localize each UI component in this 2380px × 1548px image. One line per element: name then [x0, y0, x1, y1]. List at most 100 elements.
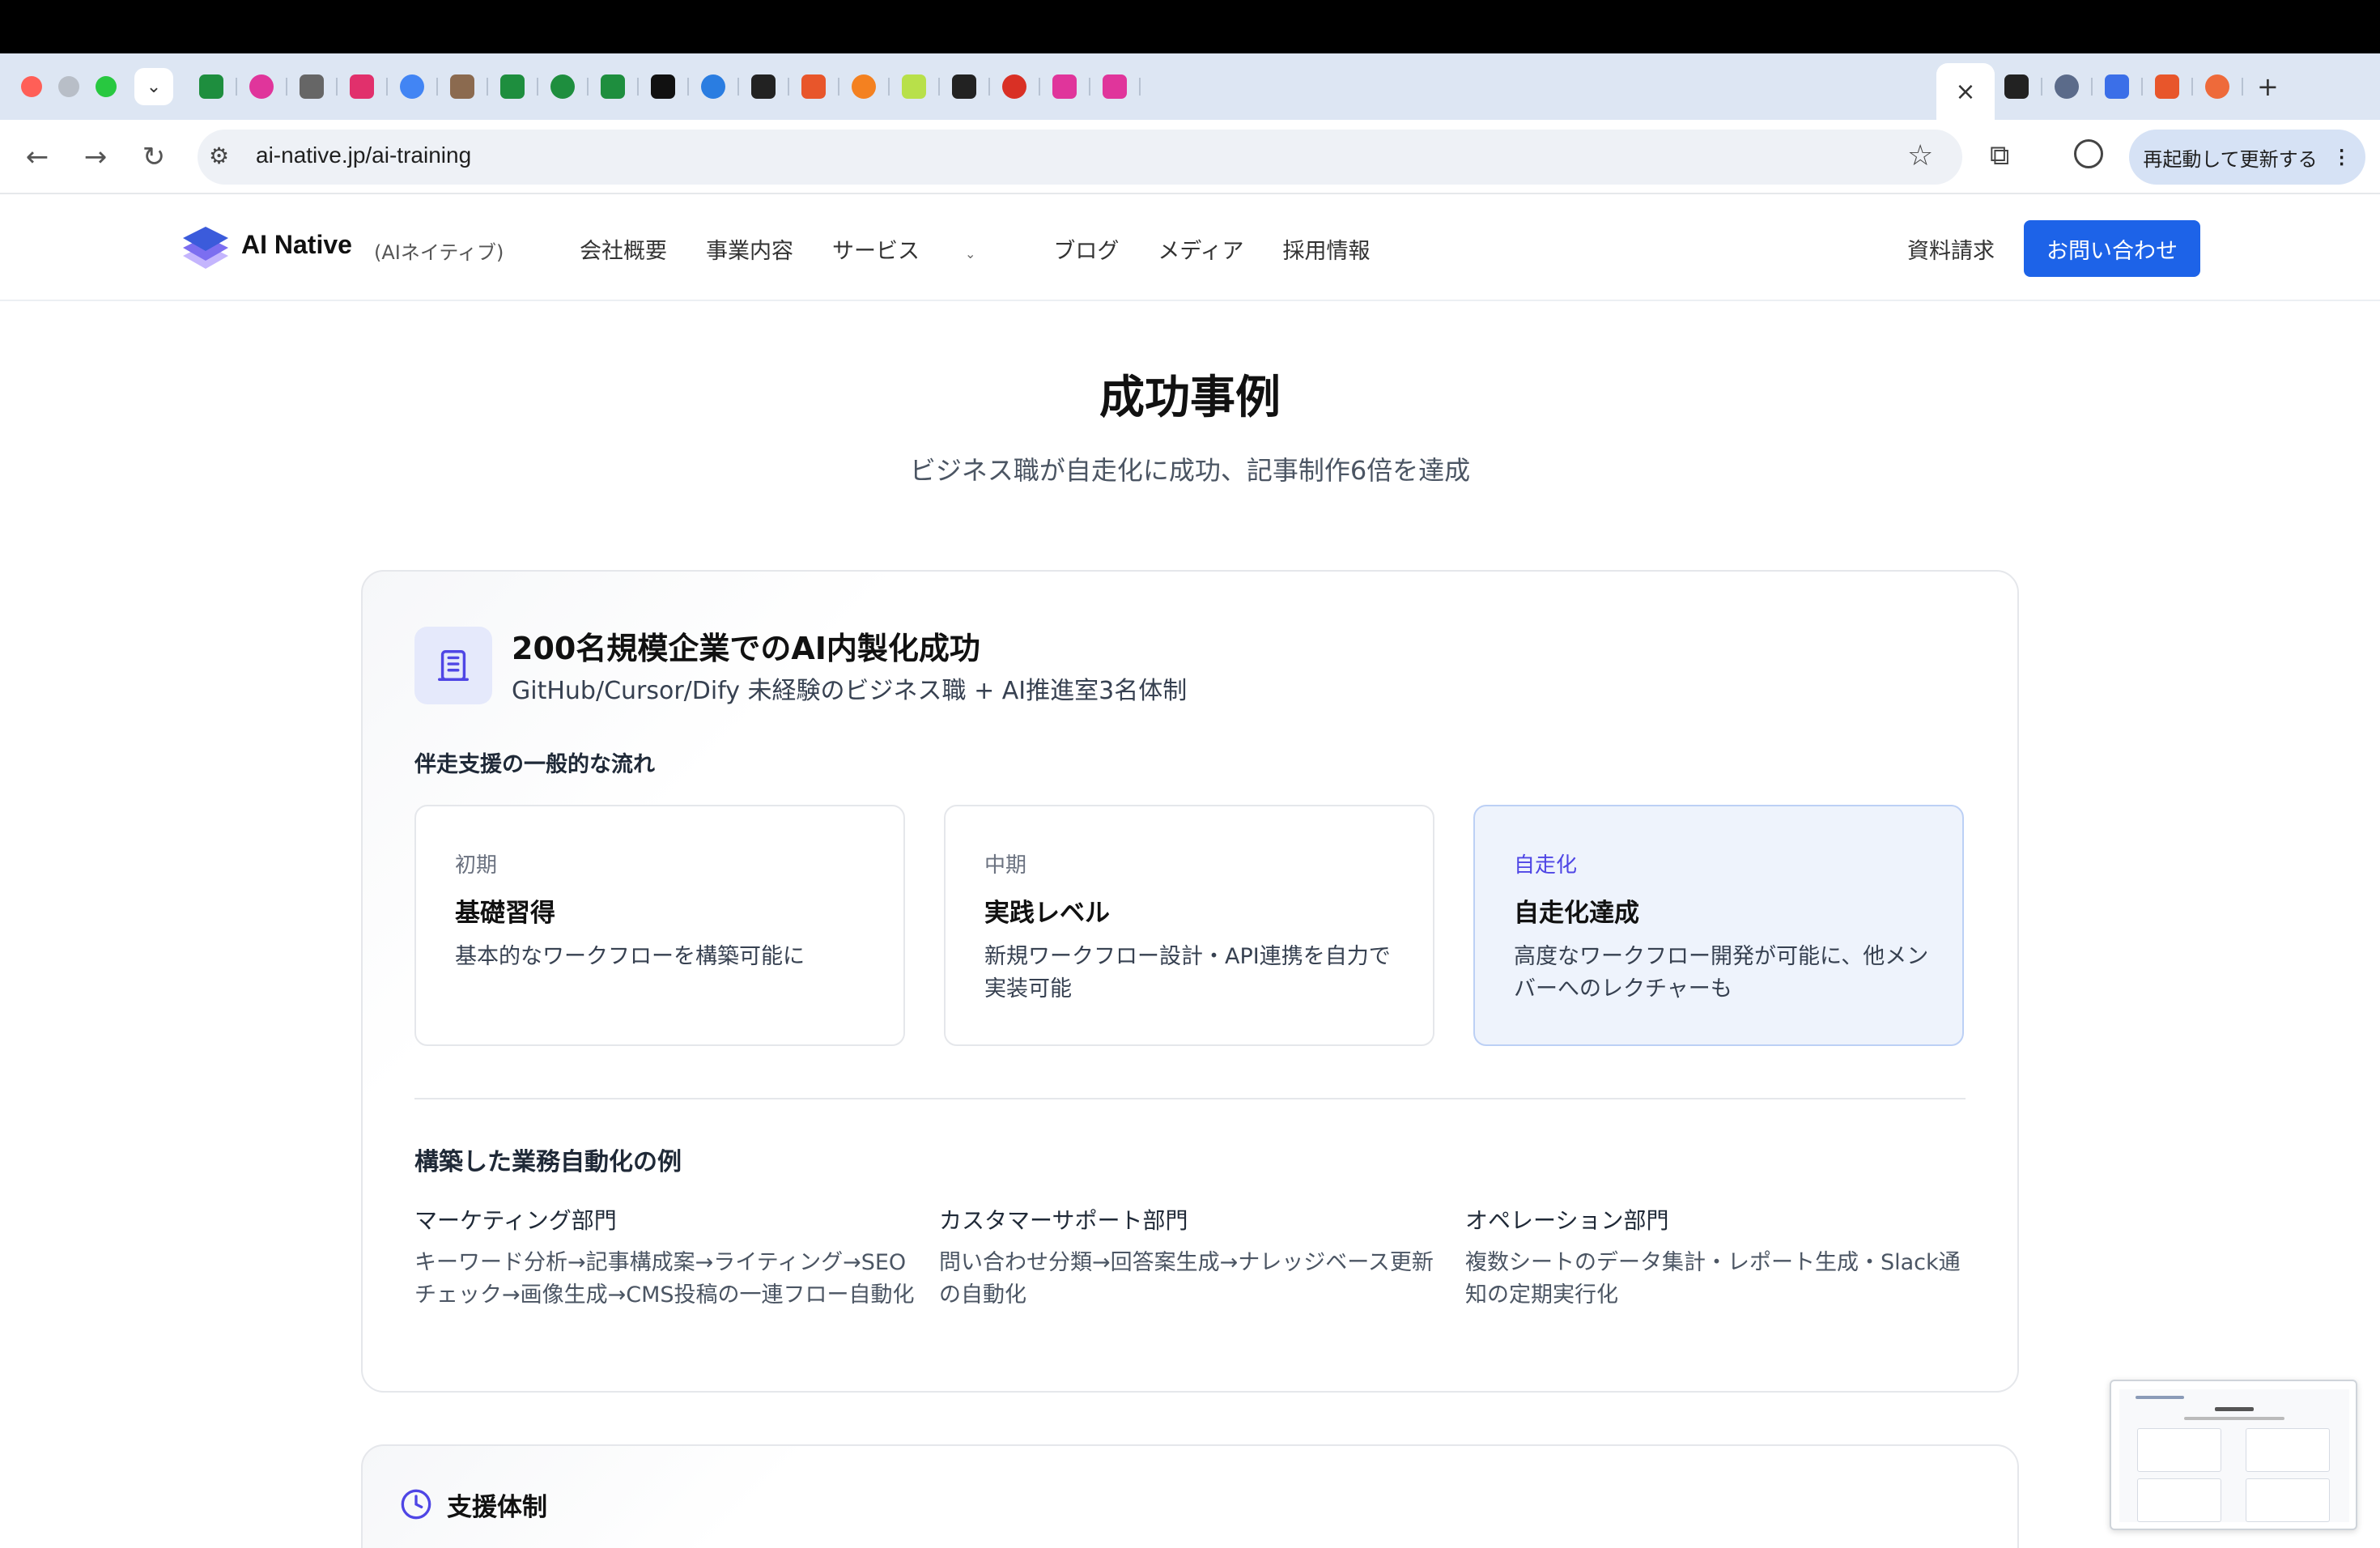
- department-operations: オペレーション部門 複数シートのデータ集計・レポート生成・Slack通知の定期実…: [1465, 1203, 1969, 1312]
- phase-card-autonomous: 自走化 自走化達成 高度なワークフロー開発が可能に、他メンバーへのレクチャーも: [1473, 805, 1964, 1046]
- case-title: 200名規模企業でのAI内製化成功: [512, 631, 980, 666]
- case-description: GitHub/Cursor/Dify 未経験のビジネス職 + AI推進室3名体制: [512, 677, 1188, 705]
- tab-favicon[interactable]: [1002, 74, 1040, 99]
- tab-favicon[interactable]: [2055, 74, 2093, 99]
- department-support: カスタマーサポート部門 問い合わせ分類→回答案生成→ナレッジベース更新の自動化: [939, 1203, 1443, 1312]
- tab-favicon[interactable]: [249, 74, 287, 99]
- chevron-down-icon: ⌄: [146, 76, 162, 97]
- close-icon[interactable]: ×: [1955, 78, 1975, 106]
- tab-favicon[interactable]: [2004, 74, 2042, 99]
- reload-icon[interactable]: ↻: [134, 138, 173, 176]
- forward-icon[interactable]: →: [76, 138, 115, 176]
- nav-services[interactable]: サービス ⌄: [832, 233, 1014, 265]
- thumb-box: [2137, 1478, 2221, 1522]
- thumb-bar: [2215, 1407, 2254, 1411]
- tab-favicon[interactable]: [2105, 74, 2143, 99]
- nav-services-label: サービス: [832, 239, 920, 264]
- section-divider: [414, 1098, 1966, 1099]
- site-settings-icon[interactable]: ⚙: [209, 142, 229, 169]
- nav-recruit[interactable]: 採用情報: [1283, 233, 1371, 265]
- phase-label: 中期: [984, 853, 1027, 878]
- close-window-button[interactable]: [21, 76, 42, 97]
- phase-label: 自走化: [1514, 853, 1578, 878]
- flow-heading: 伴走支援の一般的な流れ: [414, 752, 655, 777]
- tab-favicon[interactable]: [550, 74, 589, 99]
- phase-name: 基礎習得: [455, 899, 555, 928]
- phase-name: 実践レベル: [984, 899, 1110, 928]
- brand-subtitle: (AIネイティブ): [374, 241, 504, 264]
- tab-favicon[interactable]: [2155, 74, 2193, 99]
- tab-favicon[interactable]: [500, 74, 538, 99]
- department-name: カスタマーサポート部門: [939, 1207, 1188, 1234]
- ai-native-logo-icon[interactable]: [181, 223, 230, 270]
- department-description: 問い合わせ分類→回答案生成→ナレッジベース更新の自動化: [939, 1250, 1434, 1308]
- profile-icon[interactable]: [2074, 139, 2103, 168]
- new-tab-button[interactable]: +: [2257, 71, 2279, 102]
- tab-favicon[interactable]: [601, 74, 639, 99]
- thumb-box: [2246, 1478, 2330, 1522]
- tab-favicon[interactable]: [350, 74, 388, 99]
- department-marketing: マーケティング部門 キーワード分析→記事構成案→ライティング→SEOチェック→画…: [414, 1203, 918, 1312]
- bookmark-star-icon[interactable]: ☆: [1907, 139, 1933, 172]
- page-title: 成功事例: [1099, 372, 1281, 424]
- minimize-window-button[interactable]: [58, 76, 79, 97]
- phase-name: 自走化達成: [1514, 899, 1639, 928]
- tab-favicon[interactable]: [2205, 74, 2243, 99]
- restart-update-button[interactable]: 再起動して更新する ⋮: [2129, 130, 2365, 185]
- thumb-box: [2246, 1428, 2330, 1472]
- nav-media[interactable]: メディア: [1158, 233, 1243, 265]
- contact-button[interactable]: お問い合わせ: [2024, 220, 2200, 277]
- thumbnail-content: [2119, 1389, 2349, 1522]
- building-icon: [414, 627, 492, 704]
- nav-company[interactable]: 会社概要: [580, 233, 667, 265]
- support-card: [361, 1444, 2019, 1548]
- phase-description: 高度なワークフロー開発が可能に、他メンバーへのレクチャーも: [1514, 944, 1929, 1002]
- department-description: キーワード分析→記事構成案→ライティング→SEOチェック→画像生成→CMS投稿の…: [414, 1250, 915, 1308]
- clock-icon: [401, 1489, 431, 1520]
- nav-blog[interactable]: ブログ: [1053, 233, 1119, 265]
- tab-favicon[interactable]: [852, 74, 890, 99]
- page-subtitle: ビジネス職が自走化に成功、記事制作6倍を達成: [909, 455, 1471, 486]
- restart-label: 再起動して更新する: [2143, 148, 2318, 171]
- tab-favicon[interactable]: [952, 74, 990, 99]
- phase-description: 新規ワークフロー設計・API連携を自力で実装可能: [984, 944, 1391, 1002]
- department-name: オペレーション部門: [1465, 1207, 1669, 1234]
- phase-description: 基本的なワークフローを構築可能に: [455, 944, 805, 969]
- tab-favicon[interactable]: [751, 74, 789, 99]
- support-title: 支援体制: [447, 1493, 547, 1522]
- tab-favicon[interactable]: [400, 74, 438, 99]
- brand-name[interactable]: AI Native: [241, 230, 352, 260]
- more-tabs: [2004, 68, 2255, 105]
- nav-business[interactable]: 事業内容: [706, 233, 793, 265]
- pinned-tabs: [199, 68, 1153, 105]
- tab-favicon[interactable]: [1052, 74, 1090, 99]
- more-vert-icon: ⋮: [2331, 146, 2352, 168]
- tab-search-button[interactable]: ⌄: [134, 68, 173, 105]
- maximize-window-button[interactable]: [96, 76, 117, 97]
- department-description: 複数シートのデータ集計・レポート生成・Slack通知の定期実行化: [1465, 1250, 1961, 1308]
- tab-favicon[interactable]: [701, 74, 739, 99]
- phase-card-initial: 初期 基礎習得 基本的なワークフローを構築可能に: [414, 805, 905, 1046]
- back-icon[interactable]: ←: [18, 138, 57, 176]
- thumb-box: [2137, 1428, 2221, 1472]
- os-menu-bar: [0, 0, 2380, 53]
- url-text[interactable]: ai-native.jp/ai-training: [256, 142, 471, 168]
- automation-heading: 構築した業務自動化の例: [414, 1148, 682, 1176]
- main-nav: 会社概要 事業内容 サービス ⌄ ブログ メディア 採用情報: [580, 233, 1409, 265]
- tab-favicon[interactable]: [450, 74, 488, 99]
- active-tab[interactable]: ×: [1936, 63, 1995, 120]
- department-name: マーケティング部門: [414, 1207, 617, 1234]
- tab-favicon[interactable]: [902, 74, 940, 99]
- page-preview-thumbnail[interactable]: [2110, 1380, 2357, 1530]
- tab-favicon[interactable]: [1103, 74, 1141, 99]
- thumb-bar: [2184, 1417, 2284, 1420]
- tab-favicon[interactable]: [300, 74, 338, 99]
- chevron-down-icon: ⌄: [965, 246, 976, 262]
- tab-favicon[interactable]: [651, 74, 689, 99]
- tab-favicon[interactable]: [801, 74, 839, 99]
- tab-favicon[interactable]: [199, 74, 237, 99]
- phase-card-middle: 中期 実践レベル 新規ワークフロー設計・API連携を自力で実装可能: [944, 805, 1434, 1046]
- request-docs-link[interactable]: 資料請求: [1907, 233, 1995, 265]
- extensions-icon[interactable]: ⧉: [1990, 139, 2009, 172]
- thumb-bar: [2136, 1396, 2184, 1399]
